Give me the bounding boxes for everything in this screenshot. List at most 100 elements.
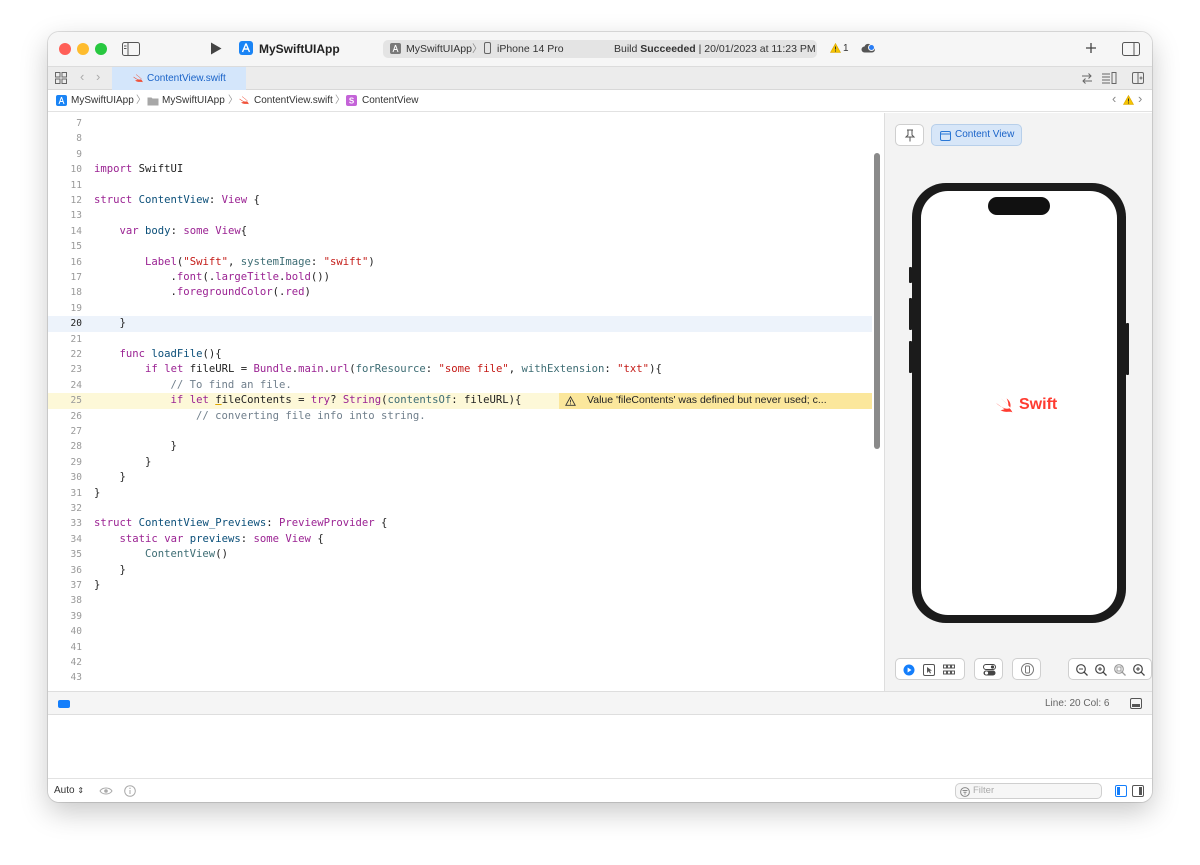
variants-grid-icon[interactable] <box>943 664 955 676</box>
swift-file-icon <box>133 74 143 83</box>
run-destination-app[interactable]: MySwiftUIApp <box>406 42 472 56</box>
warning-triangle-icon[interactable] <box>1123 95 1134 105</box>
iphone-icon <box>484 42 491 54</box>
console-filter-field[interactable]: Filter <box>955 783 1102 799</box>
add-plus-icon[interactable] <box>1085 42 1097 54</box>
code-line[interactable]: } <box>94 470 126 485</box>
jumpbar-group[interactable]: MySwiftUIApp <box>162 95 225 107</box>
scheme-name[interactable]: MySwiftUIApp <box>259 42 340 56</box>
jumpbar-project[interactable]: MySwiftUIApp <box>71 95 134 107</box>
editor-options-icon[interactable] <box>1101 72 1117 84</box>
filter-placeholder: Filter <box>973 785 995 796</box>
previous-issue-chevron-icon[interactable]: ‹ <box>1112 92 1116 105</box>
navigator-toggle-icon[interactable] <box>122 42 140 56</box>
selectable-mode-icon[interactable] <box>923 664 935 676</box>
device-selector-button[interactable] <box>1012 658 1041 680</box>
code-line[interactable]: var body: some View{ <box>94 224 248 239</box>
preview-window-icon <box>940 131 951 141</box>
line-number: 17 <box>70 272 82 283</box>
editor-tab-bar: ‹ › ContentView.swift <box>48 66 1152 90</box>
warning-annotation[interactable]: Value 'fileContents' was defined but nev… <box>559 393 872 409</box>
code-line[interactable]: .font(.largeTitle.bold()) <box>94 270 331 285</box>
next-issue-chevron-icon[interactable]: › <box>1138 92 1142 105</box>
line-number: 41 <box>70 641 82 653</box>
close-window-button[interactable] <box>59 43 71 55</box>
code-comment[interactable]: // converting file info into string. <box>94 409 426 424</box>
power-button <box>1126 323 1129 375</box>
target-app-icon <box>390 43 401 54</box>
forward-chevron-icon[interactable]: › <box>96 70 100 84</box>
zoom-actual-size-icon[interactable] <box>1133 664 1145 676</box>
code-line[interactable]: } <box>94 316 126 331</box>
tab-contentview-swift[interactable]: ContentView.swift <box>112 67 246 90</box>
build-status-time: | 20/01/2023 at 11:23 PM <box>695 43 816 55</box>
swift-logo-icon <box>996 398 1013 413</box>
code-line[interactable]: if let fileURL = Bundle.main.url(forReso… <box>94 362 662 377</box>
zoom-window-button[interactable] <box>95 43 107 55</box>
run-play-icon[interactable] <box>210 42 222 55</box>
chevron-right-icon: 〉 <box>335 95 345 106</box>
line-number: 42 <box>70 657 82 668</box>
code-line[interactable]: ContentView() <box>94 547 228 562</box>
source-editor[interactable]: 7 8 9 10 import SwiftUI 11 12 struct Conte… <box>48 113 884 691</box>
warning-triangle-icon <box>565 396 576 406</box>
zoom-to-fit-icon[interactable] <box>1114 664 1126 676</box>
code-line[interactable]: if let fileContents = try? String(conten… <box>94 393 522 408</box>
device-circle-icon <box>1021 663 1034 676</box>
minimize-window-button[interactable] <box>77 43 89 55</box>
toggle-settings-icon <box>983 664 996 676</box>
code-line[interactable]: struct ContentView: View { <box>94 193 260 208</box>
info-icon[interactable] <box>124 785 136 797</box>
content-view-preview-button[interactable]: Content View <box>931 124 1022 146</box>
inspector-toggle-icon[interactable] <box>1122 42 1140 56</box>
code-line[interactable]: Label("Swift", systemImage: "swift") <box>94 255 375 270</box>
build-status-result: Succeeded <box>640 43 696 55</box>
code-line[interactable]: .foregroundColor(.red) <box>94 285 311 300</box>
warning-count[interactable]: 1 <box>843 42 849 56</box>
show-variables-view-icon[interactable] <box>1115 785 1127 797</box>
editor-scrollbar[interactable] <box>874 153 880 449</box>
jumpbar-file[interactable]: ContentView.swift <box>254 95 333 107</box>
code-line[interactable]: } <box>94 455 151 470</box>
line-number: 19 <box>70 302 82 314</box>
line-number: 40 <box>70 626 82 638</box>
project-icon <box>56 95 67 106</box>
xcode-window: MySwiftUIApp MySwiftUIApp 〉 iPhone 14 Pr… <box>48 32 1152 802</box>
code-line[interactable]: func loadFile(){ <box>94 347 222 362</box>
code-line[interactable]: struct ContentView_Previews: PreviewProv… <box>94 516 387 531</box>
grid-icon[interactable] <box>55 72 67 84</box>
device-settings-button[interactable] <box>974 658 1003 680</box>
action-button <box>909 267 912 283</box>
line-number: 43 <box>70 672 82 684</box>
jumpbar-symbol[interactable]: ContentView <box>362 95 419 107</box>
line-number: 23 <box>70 364 82 376</box>
show-console-view-icon[interactable] <box>1132 785 1144 797</box>
cloud-icon[interactable] <box>861 42 875 54</box>
pin-preview-button[interactable] <box>895 124 924 146</box>
code-line[interactable]: } <box>94 439 177 454</box>
debug-area-toggle-icon[interactable] <box>58 700 70 708</box>
line-number: 10 <box>70 164 82 176</box>
line-number: 34 <box>70 533 82 545</box>
back-chevron-icon[interactable]: ‹ <box>80 70 84 84</box>
run-destination-device[interactable]: iPhone 14 Pro <box>497 42 564 56</box>
code-line[interactable]: } <box>94 578 100 593</box>
code-line[interactable]: } <box>94 563 126 578</box>
console-area[interactable] <box>48 715 1152 778</box>
folder-icon <box>147 97 159 106</box>
eye-icon[interactable] <box>99 786 113 796</box>
swap-arrows-icon[interactable] <box>1081 73 1093 84</box>
code-line[interactable]: import SwiftUI <box>94 162 183 177</box>
output-select[interactable]: Auto ⇕ <box>54 784 84 798</box>
code-comment[interactable]: // To find an file. <box>94 378 292 393</box>
hide-debug-area-icon[interactable] <box>1130 698 1142 709</box>
code-line[interactable]: static var previews: some View { <box>94 532 324 547</box>
line-number: 7 <box>76 118 82 129</box>
add-editor-icon[interactable] <box>1132 72 1144 84</box>
warning-triangle-icon[interactable] <box>830 43 841 53</box>
zoom-in-icon[interactable] <box>1095 664 1107 676</box>
line-number: 16 <box>70 256 82 268</box>
zoom-out-icon[interactable] <box>1076 664 1088 676</box>
live-preview-icon[interactable] <box>903 664 915 676</box>
code-line[interactable]: } <box>94 486 100 501</box>
